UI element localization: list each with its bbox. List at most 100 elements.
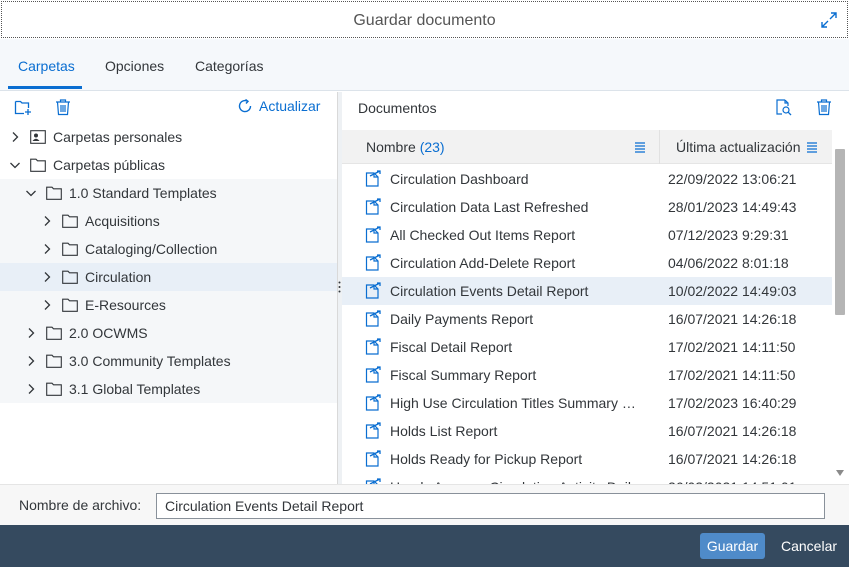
chevron-right-icon[interactable] [25,355,37,367]
chevron-down-icon[interactable] [9,159,21,171]
column-menu-icon[interactable] [806,141,818,153]
document-updated: 28/01/2023 14:49:43 [668,199,797,215]
documents-toolbar: Documentos [342,92,849,130]
chevron-right-icon[interactable] [41,215,53,227]
tree-item-label: Circulation [85,269,152,285]
document-updated: 10/02/2022 14:49:03 [668,283,797,299]
save-button[interactable]: Guardar [700,533,765,559]
document-updated: 07/12/2023 9:29:31 [668,227,789,243]
tree-item-acquisitions[interactable]: Acquisitions [0,207,337,235]
document-updated: 17/02/2021 14:11:50 [668,367,796,383]
delete-icon[interactable] [54,98,72,116]
table-row[interactable]: Circulation Dashboard 22/09/2022 13:06:21 [342,165,832,193]
scrollbar-thumb[interactable] [835,149,845,315]
chevron-right-icon[interactable] [41,299,53,311]
chevron-right-icon[interactable] [25,383,37,395]
column-header-updated[interactable]: Última actualización [676,139,801,155]
document-link-icon [364,282,382,300]
active-tab-indicator [8,86,82,89]
document-updated: 04/06/2022 8:01:18 [668,255,789,271]
filename-bar: Nombre de archivo: [0,484,849,525]
table-row[interactable]: Circulation Data Last Refreshed 28/01/202… [342,193,832,221]
table-row[interactable]: Circulation Events Detail Report 10/02/20… [342,277,832,305]
tree-item-label: 2.0 OCWMS [69,325,148,341]
tree-item-cataloging-collection[interactable]: Cataloging/Collection [0,235,337,263]
dialog-title: Guardar documento [353,12,496,29]
documents-scrollbar[interactable] [832,147,849,484]
drag-handle-icon[interactable] [338,281,341,293]
document-link-icon [364,310,382,328]
table-row[interactable]: High Use Circulation Titles Summary Repo… [342,389,832,417]
document-link-icon [364,338,382,356]
tree-item-global-templates[interactable]: 3.1 Global Templates [0,375,337,403]
chevron-right-icon[interactable] [9,131,21,143]
tab-opciones[interactable]: Opciones [105,58,164,74]
table-row[interactable]: Holds List Report 16/07/2021 14:26:18 [342,417,832,445]
chevron-right-icon[interactable] [41,243,53,255]
tree-item-label: 1.0 Standard Templates [69,185,217,201]
tree-item-label: E-Resources [85,297,166,313]
tree-item-label: Acquisitions [85,213,160,229]
tree-item-e-resources[interactable]: E-Resources [0,291,337,319]
chevron-down-icon[interactable] [25,187,37,199]
tree-item-community-templates[interactable]: 3.0 Community Templates [0,347,337,375]
document-updated: 22/09/2022 13:06:21 [668,171,797,187]
document-updated: 16/07/2021 14:26:18 [668,311,797,327]
folder-icon [30,158,46,172]
document-name: Fiscal Detail Report [390,339,513,355]
folder-panel: Actualizar Carpetas personales Carpetas … [0,92,337,484]
column-menu-icon[interactable] [634,141,646,153]
document-updated: 17/02/2021 14:11:50 [668,339,796,355]
column-name-label: Nombre [366,139,416,155]
cancel-button[interactable]: Cancelar [776,533,842,559]
filename-input[interactable] [156,493,825,519]
document-search-icon[interactable] [774,98,792,116]
document-link-icon [364,198,382,216]
document-count: (23) [419,139,445,155]
folder-icon [46,382,62,396]
chevron-right-icon[interactable] [25,327,37,339]
table-row[interactable]: Daily Payments Report 16/07/2021 14:26:18 [342,305,832,333]
documents-panel: Documentos Nombre (23) Última actualizac… [342,92,849,484]
document-link-icon [364,422,382,440]
refresh-button[interactable]: Actualizar [237,98,320,114]
tab-carpetas[interactable]: Carpetas [18,58,75,74]
tree-item-label: Carpetas personales [53,129,183,145]
table-row[interactable]: Fiscal Detail Report 17/02/2021 14:11:50 [342,333,832,361]
tree-item-carpetas-publicas[interactable]: Carpetas públicas [0,151,337,179]
tree-item-label: Cataloging/Collection [85,241,218,257]
tree-item-circulation[interactable]: Circulation [0,263,337,291]
table-row[interactable]: Fiscal Summary Report 17/02/2021 14:11:50 [342,361,832,389]
tab-categorias[interactable]: Categorías [195,58,263,74]
tree-item-carpetas-personales[interactable]: Carpetas personales [0,123,337,151]
folder-icon [62,298,78,312]
document-name: Circulation Add-Delete Report [390,255,576,271]
new-folder-icon[interactable] [14,98,32,116]
document-name: All Checked Out Items Report [390,227,576,243]
table-row[interactable]: Hourly Average Circulation Activity Dail… [342,473,832,484]
documents-label: Documentos [358,100,437,116]
table-row[interactable]: All Checked Out Items Report 07/12/2023 9… [342,221,832,249]
folder-icon [62,214,78,228]
chevron-right-icon[interactable] [41,271,53,283]
document-link-icon [364,366,382,384]
expand-icon[interactable] [820,11,838,29]
tree-item-ocwms[interactable]: 2.0 OCWMS [0,319,337,347]
table-row[interactable]: Holds Ready for Pickup Report 16/07/2021 … [342,445,832,473]
document-name: Circulation Dashboard [390,171,529,187]
document-name: Holds Ready for Pickup Report [390,451,583,467]
documents-table-body: Circulation Dashboard 22/09/2022 13:06:21… [342,165,832,484]
column-header-name[interactable]: Nombre (23) [366,139,445,155]
tree-item-label: Carpetas públicas [53,157,166,173]
table-row[interactable]: Circulation Add-Delete Report 04/06/2022 … [342,249,832,277]
refresh-label: Actualizar [259,98,321,114]
document-link-icon [364,170,382,188]
scroll-down-icon[interactable] [836,470,844,476]
tree-item-standard-templates[interactable]: 1.0 Standard Templates [0,179,337,207]
documents-table-header: Nombre (23) Última actualización [342,130,832,164]
document-link-icon [364,226,382,244]
column-separator [659,130,660,164]
document-link-icon [364,394,382,412]
delete-document-icon[interactable] [815,98,833,116]
personal-folder-icon [30,130,46,144]
